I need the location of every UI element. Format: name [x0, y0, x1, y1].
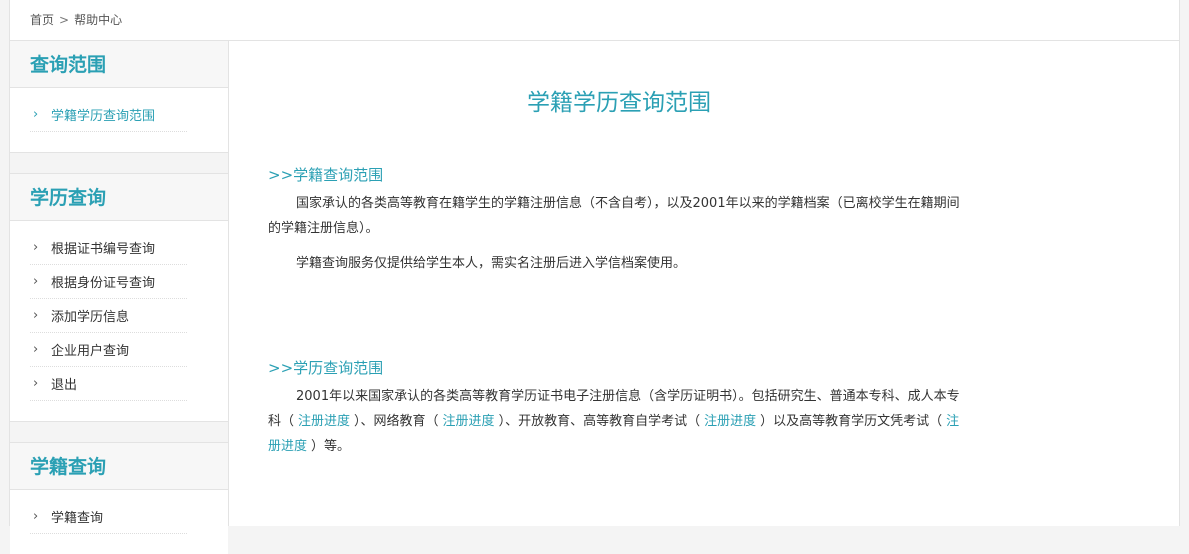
chevron-right-icon: ›	[33, 509, 39, 524]
nav-section-scope: 查询范围 › 学籍学历查询范围	[10, 41, 228, 153]
sidebar-item-enrollment-query[interactable]: › 学籍查询	[30, 500, 187, 534]
sidebar-item-enterprise-query[interactable]: › 企业用户查询	[30, 333, 187, 367]
sidebar-item-add-degree[interactable]: › 添加学历信息	[30, 299, 187, 333]
registration-progress-link[interactable]: 注册进度	[298, 414, 350, 429]
nav-title-degree: 学历查询	[10, 174, 228, 221]
main-content: 学籍学历查询范围 >>学籍查询范围 国家承认的各类高等教育在籍学生的学籍注册信息…	[229, 41, 1179, 526]
sidebar-item-label: 学籍查询	[51, 511, 104, 526]
breadcrumb-separator: >	[59, 13, 70, 27]
paragraph: 国家承认的各类高等教育在籍学生的学籍注册信息（不含自考），以及2001年以来的学…	[268, 196, 960, 236]
chevron-right-icon: ›	[33, 107, 39, 122]
nav-list-degree: › 根据证书编号查询 › 根据身份证号查询 › 添加学历信息 › 企业用户查询 …	[10, 221, 228, 421]
sidebar-item-label: 根据证书编号查询	[51, 242, 156, 257]
page-title: 学籍学历查询范围	[527, 90, 711, 116]
sidebar-item-by-certificate[interactable]: › 根据证书编号查询	[30, 231, 187, 265]
breadcrumb: 首页 > 帮助中心	[10, 0, 1179, 41]
sidebar-item-label: 退出	[51, 378, 78, 393]
sidebar-item-label: 企业用户查询	[51, 344, 130, 359]
sidebar: 查询范围 › 学籍学历查询范围 学历查询 › 根据证书编号查询 › 根据身份证号…	[10, 41, 229, 554]
sidebar-item-by-id-card[interactable]: › 根据身份证号查询	[30, 265, 187, 299]
chevron-right-icon: ›	[33, 342, 39, 357]
paragraph-text: ）、网络教育（	[354, 414, 439, 429]
chevron-right-icon: ›	[33, 308, 39, 323]
nav-section-degree: 学历查询 › 根据证书编号查询 › 根据身份证号查询 › 添加学历信息 › 企业…	[10, 174, 228, 422]
nav-list-scope: › 学籍学历查询范围	[10, 88, 228, 152]
section-degree-scope: >>学历查询范围 2001年以来国家承认的各类高等教育学历证书电子注册信息（含学…	[268, 357, 968, 459]
breadcrumb-current: 帮助中心	[74, 13, 123, 27]
sidebar-item-label: 根据身份证号查询	[51, 276, 156, 291]
paragraph-text: ）、开放教育、高等教育自学考试（	[498, 414, 701, 429]
registration-progress-link[interactable]: 注册进度	[443, 414, 495, 429]
sidebar-item-label: 添加学历信息	[51, 310, 130, 325]
sidebar-item-scope[interactable]: › 学籍学历查询范围	[30, 98, 187, 132]
paragraph-text: ）以及高等教育学历文凭考试（	[760, 414, 943, 429]
nav-list-enrollment: › 学籍查询	[10, 490, 228, 554]
sidebar-item-logout[interactable]: › 退出	[30, 367, 187, 401]
chevron-right-icon: ›	[33, 240, 39, 255]
registration-progress-link[interactable]: 注册进度	[704, 414, 756, 429]
paragraph: 学籍查询服务仅提供给学生本人，需实名注册后进入学信档案使用。	[296, 256, 687, 271]
nav-title-enrollment: 学籍查询	[10, 443, 228, 490]
sidebar-item-label: 学籍学历查询范围	[51, 109, 156, 124]
nav-section-enrollment: 学籍查询 › 学籍查询	[10, 443, 228, 554]
paragraph-text: ）等。	[311, 439, 351, 454]
section-enrollment-scope: >>学籍查询范围 国家承认的各类高等教育在籍学生的学籍注册信息（不含自考），以及…	[268, 164, 968, 276]
nav-gap	[10, 422, 228, 443]
paragraph: 2001年以来国家承认的各类高等教育学历证书电子注册信息（含学历证明书）。包括研…	[268, 384, 968, 459]
page-frame: 首页 > 帮助中心 查询范围 › 学籍学历查询范围 学历查询 › 根据证书编号查询 …	[9, 0, 1180, 554]
section-heading: >>学籍查询范围	[268, 166, 384, 184]
breadcrumb-home-link[interactable]: 首页	[30, 13, 54, 27]
chevron-right-icon: ›	[33, 274, 39, 289]
nav-gap	[10, 153, 228, 174]
nav-title-scope: 查询范围	[10, 41, 228, 88]
chevron-right-icon: ›	[33, 376, 39, 391]
section-heading: >>学历查询范围	[268, 359, 384, 377]
